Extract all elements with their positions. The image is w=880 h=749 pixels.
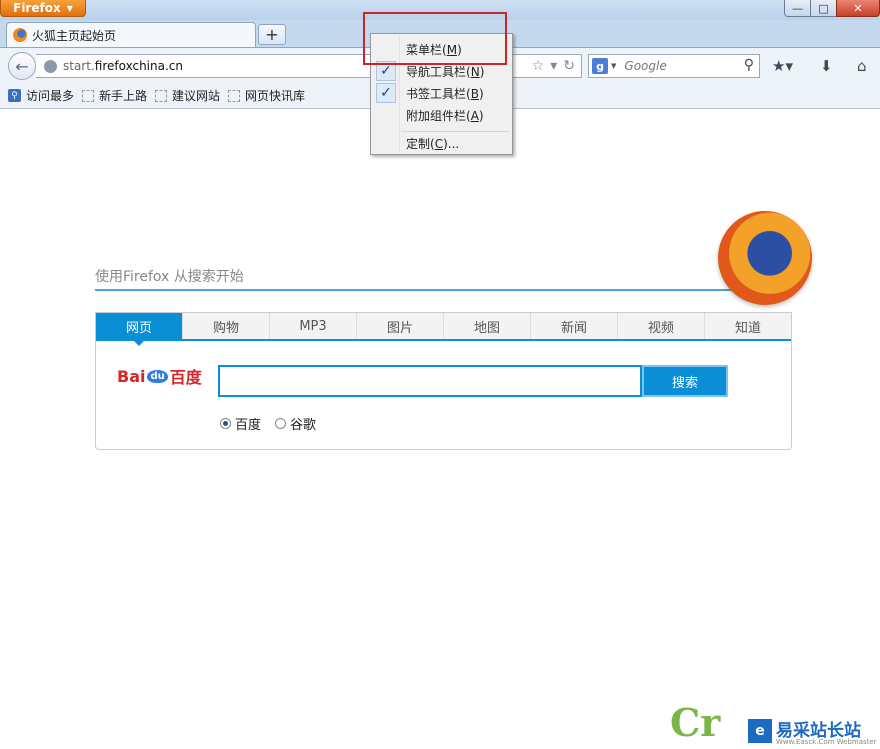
- tab-firefox-home[interactable]: 火狐主页起始页: [6, 22, 256, 47]
- tab-zhidao[interactable]: 知道: [705, 313, 791, 339]
- bookmarks-menu-icon[interactable]: ★▾: [772, 57, 793, 75]
- baidu-logo: Bai du 百度: [117, 364, 202, 388]
- search-placeholder: Google: [624, 59, 667, 73]
- tab-maps[interactable]: 地图: [444, 313, 531, 339]
- tab-title: 火狐主页起始页: [32, 28, 117, 43]
- firefox-favicon-icon: [13, 28, 27, 42]
- firefox-menu-label: Firefox: [13, 1, 61, 15]
- annotation-highlight-box: [363, 12, 507, 65]
- menu-item-addon-bar[interactable]: 附加组件栏(A): [372, 104, 511, 126]
- radio-label: 谷歌: [290, 418, 317, 433]
- search-input[interactable]: [218, 365, 642, 397]
- baidu-paw-icon: du: [147, 369, 168, 383]
- tab-images[interactable]: 图片: [357, 313, 444, 339]
- tab-video[interactable]: 视频: [618, 313, 705, 339]
- watermark-badge: e 易采站长站 Www.Easck.Com Webmaster: [746, 714, 880, 749]
- home-icon[interactable]: ⌂: [857, 57, 867, 75]
- bookmark-label: 访问最多: [26, 89, 75, 103]
- search-panel: 网页 购物 MP3 图片 地图 新闻 视频 知道 Bai du 百度 搜索 百度…: [95, 312, 792, 450]
- site-watermark: Cr e 易采站长站 Www.Easck.Com Webmaster: [670, 700, 880, 749]
- tab-shopping[interactable]: 购物: [183, 313, 270, 339]
- bookmark-label: 新手上路: [99, 89, 148, 103]
- new-tab-button[interactable]: +: [258, 24, 286, 45]
- menu-item-customize[interactable]: 定制(C)...: [372, 132, 511, 154]
- watermark-logo-icon: e: [748, 719, 772, 743]
- engine-dropdown-icon[interactable]: ▼: [611, 62, 616, 70]
- url-prefix: start.: [63, 59, 95, 73]
- radio-google[interactable]: 谷歌: [275, 414, 316, 433]
- bookmark-web-slice-gallery[interactable]: 网页快讯库: [228, 87, 305, 104]
- download-icon[interactable]: ⬇: [820, 57, 833, 75]
- globe-icon: [44, 59, 57, 73]
- menu-item-label: 定制(C)...: [406, 136, 460, 151]
- slogan-divider: [95, 289, 735, 291]
- menu-item-label: 导航工具栏(N): [406, 64, 485, 79]
- star-icon[interactable]: ☆: [532, 58, 545, 74]
- page-icon: [82, 89, 95, 102]
- firefox-menu-button[interactable]: Firefox ▼: [0, 0, 86, 17]
- bookmark-suggested-sites[interactable]: 建议网站: [155, 87, 220, 104]
- radio-label: 百度: [235, 418, 262, 433]
- radio-checked-icon: [220, 418, 231, 429]
- page-slogan: 使用Firefox 从搜索开始: [95, 269, 244, 285]
- baidu-logo-text-right: 百度: [169, 368, 202, 387]
- tab-news[interactable]: 新闻: [531, 313, 618, 339]
- search-engine-radios: 百度 谷歌: [220, 414, 316, 433]
- watermark-subtitle: Www.Easck.Com Webmaster: [776, 738, 877, 746]
- search-tabs: 网页 购物 MP3 图片 地图 新闻 视频 知道: [96, 313, 791, 346]
- back-arrow-icon: ←: [15, 56, 29, 76]
- bookmark-label: 建议网站: [172, 89, 221, 103]
- minimize-button[interactable]: —: [784, 0, 811, 17]
- menu-item-label: 附加组件栏(A): [406, 108, 484, 123]
- menu-item-bookmarks-toolbar[interactable]: ✓ 书签工具栏(B): [372, 82, 511, 104]
- search-button[interactable]: 搜索: [642, 365, 728, 397]
- radio-unchecked-icon: [275, 418, 287, 429]
- maximize-button[interactable]: □: [810, 0, 837, 17]
- watermark-ribbon: Cr: [670, 700, 721, 745]
- search-bar[interactable]: g ▼ Google ⚲: [588, 54, 760, 78]
- url-text: start.firefoxchina.cn: [63, 59, 183, 73]
- menu-item-label: 书签工具栏(B): [406, 86, 484, 101]
- page-content: 使用Firefox 从搜索开始 网页 购物 MP3 图片 地图 新闻 视频 知道…: [2, 109, 878, 749]
- tab-web[interactable]: 网页: [96, 313, 183, 346]
- bookmark-most-visited[interactable]: ⚲ 访问最多: [8, 87, 74, 104]
- baidu-logo-text-left: Bai: [117, 366, 146, 386]
- magnifier-icon[interactable]: ⚲: [744, 57, 754, 73]
- tab-mp3[interactable]: MP3: [270, 313, 357, 339]
- firefox-logo-icon: [718, 211, 812, 305]
- back-button[interactable]: ←: [8, 52, 36, 80]
- close-window-button[interactable]: ✕: [836, 0, 880, 17]
- radio-baidu[interactable]: 百度: [220, 414, 261, 433]
- chevron-down-icon: ▼: [66, 3, 73, 13]
- url-bar-icons: ☆ ▾ ↻: [532, 58, 575, 74]
- most-visited-icon: ⚲: [8, 89, 21, 102]
- page-icon: [155, 89, 168, 102]
- history-dropdown-icon[interactable]: ▾: [550, 58, 557, 74]
- bookmark-label: 网页快讯库: [245, 89, 306, 103]
- reload-icon[interactable]: ↻: [563, 58, 575, 74]
- google-engine-icon[interactable]: g: [592, 58, 608, 74]
- page-icon: [228, 89, 241, 102]
- bookmark-getting-started[interactable]: 新手上路: [82, 87, 147, 104]
- checkmark-icon: ✓: [376, 83, 396, 103]
- url-domain: firefoxchina.cn: [94, 59, 183, 73]
